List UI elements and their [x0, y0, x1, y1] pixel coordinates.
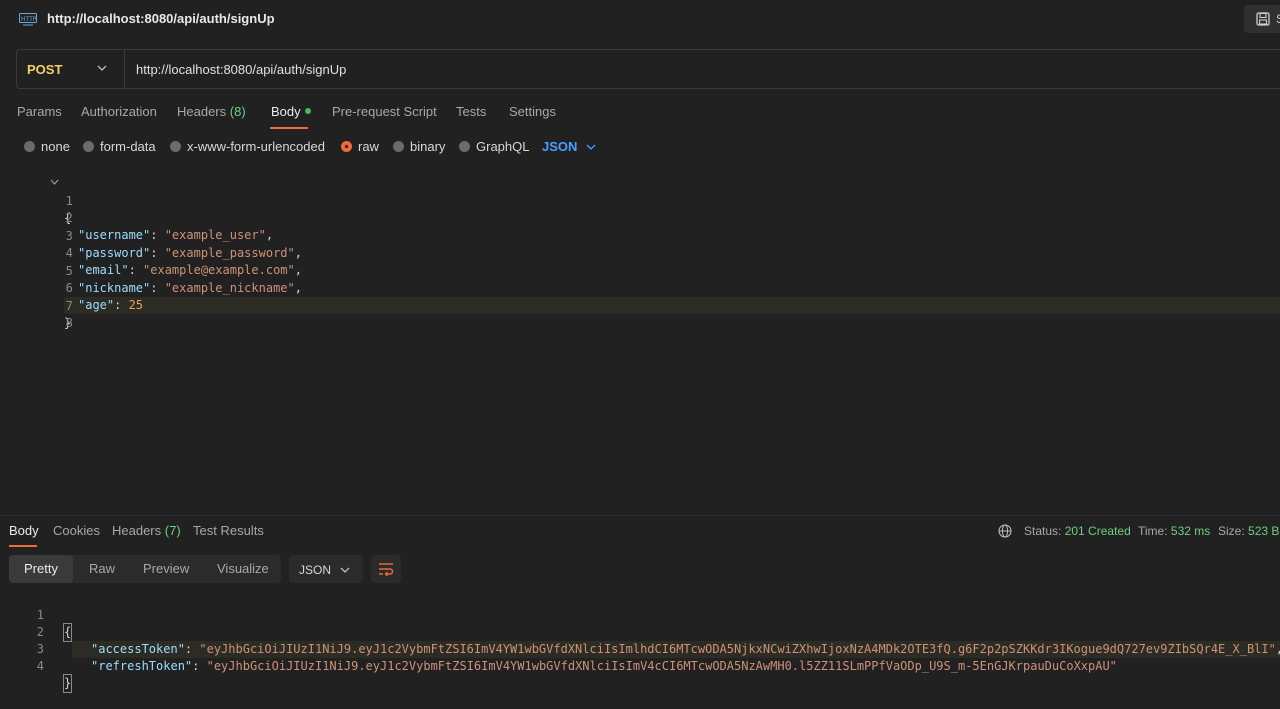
request-title: http://localhost:8080/api/auth/signUp	[47, 11, 275, 26]
radio-icon	[393, 141, 404, 153]
status-value: 201 Created	[1064, 524, 1131, 538]
view-raw-button[interactable]: Raw	[89, 561, 115, 576]
tab-body[interactable]: Body	[271, 104, 311, 119]
code-line: 7 }	[8, 281, 1280, 330]
pane-divider[interactable]	[0, 515, 1280, 516]
code-text: }	[62, 674, 73, 693]
radio-graphql[interactable]: GraphQL	[459, 139, 529, 154]
radio-selected-icon	[341, 141, 352, 153]
tab-cookies[interactable]: Cookies	[53, 523, 100, 538]
radio-label: none	[41, 139, 70, 154]
language-select[interactable]: JSON	[542, 139, 577, 154]
active-tab-underline	[270, 127, 308, 129]
request-body-editor[interactable]: 1 { 2 "username": "example_user", 3 "pas…	[8, 174, 1280, 512]
tab-body-label: Body	[271, 104, 301, 119]
active-tab-underline	[9, 545, 37, 547]
tab-authorization[interactable]: Authorization	[81, 104, 157, 119]
code-line: 2 "accessToken": "eyJhbGciOiJIUzI1NiJ9.e…	[0, 607, 1280, 656]
json-key: "refreshToken"	[91, 659, 193, 673]
chevron-down-icon[interactable]	[97, 64, 107, 72]
view-visualize-button[interactable]: Visualize	[217, 561, 269, 576]
code-line: 4 "email": "example@example.com",	[8, 228, 1280, 277]
url-input[interactable]: http://localhost:8080/api/auth/signUp	[136, 62, 346, 77]
radio-label: GraphQL	[476, 139, 530, 154]
tab-response-body[interactable]: Body	[9, 523, 39, 538]
response-view-segmented: Pretty Raw Preview Visualize	[9, 555, 281, 583]
code-line: 1 {	[8, 176, 1280, 225]
tab-params[interactable]: Params	[17, 104, 62, 119]
tab-settings[interactable]: Settings	[509, 104, 556, 119]
code-text: "refreshToken": "eyJhbGciOiJIUzI1NiJ9.ey…	[91, 658, 1117, 675]
time-value: 532 ms	[1170, 524, 1211, 538]
code-line: 4 }	[0, 641, 1280, 693]
method-select[interactable]: POST	[27, 62, 62, 77]
tab-headers-label: Headers	[177, 104, 227, 119]
title-bar: HTTP http://localhost:8080/api/auth/sign…	[0, 0, 1280, 38]
divider	[124, 50, 125, 88]
radio-icon	[24, 141, 35, 153]
size-readout[interactable]: Size: 523 B	[1218, 524, 1279, 538]
http-icon: HTTP	[19, 13, 37, 26]
body-indicator-dot	[304, 107, 311, 114]
json-sep: :	[192, 659, 207, 673]
format-label: JSON	[299, 563, 332, 577]
radio-none[interactable]: none	[24, 139, 70, 154]
tab-response-headers-label: Headers	[112, 523, 162, 538]
wrap-lines-icon	[379, 563, 394, 576]
time-readout[interactable]: Time: 532 ms	[1138, 524, 1210, 538]
radio-label: form-data	[100, 139, 156, 154]
radio-binary[interactable]: binary	[393, 139, 445, 154]
view-preview-button[interactable]: Preview	[143, 561, 189, 576]
radio-raw[interactable]: raw	[341, 139, 379, 154]
size-value: 523 B	[1248, 524, 1280, 538]
code-line: 2 "username": "example_user",	[8, 193, 1280, 242]
headers-count: (8)	[229, 104, 246, 119]
code-line: 6 "age": 25	[8, 263, 1280, 312]
tab-tests[interactable]: Tests	[456, 104, 486, 119]
response-headers-count: (7)	[164, 523, 181, 538]
code-line: 5 "nickname": "example_nickname",	[8, 246, 1280, 295]
code-line: 1 {	[0, 590, 1280, 642]
line-number: 4	[36, 659, 44, 673]
globe-icon[interactable]	[998, 524, 1012, 538]
wrap-lines-button[interactable]	[371, 555, 401, 583]
tab-pre-request-script[interactable]: Pre-request Script	[332, 104, 437, 119]
radio-form-data[interactable]: form-data	[83, 139, 156, 154]
status-label: Status:	[1024, 524, 1062, 538]
size-label: Size:	[1218, 524, 1245, 538]
view-pretty-button[interactable]: Pretty	[24, 561, 58, 576]
status-readout[interactable]: Status: 201 Created	[1024, 524, 1131, 538]
radio-label: x-www-form-urlencoded	[187, 139, 325, 154]
tab-headers[interactable]: Headers (8)	[177, 104, 246, 119]
radio-icon	[83, 141, 94, 153]
radio-label: raw	[358, 139, 379, 154]
tab-test-results[interactable]: Test Results	[193, 523, 264, 538]
code-line: 3 "password": "example_password",	[8, 211, 1280, 260]
url-bar: POST http://localhost:8080/api/auth/sign…	[16, 49, 1280, 89]
svg-text:HTTP: HTTP	[21, 16, 37, 23]
code-line: 8	[8, 298, 1280, 330]
chevron-down-icon[interactable]	[586, 143, 596, 151]
radio-icon	[170, 141, 181, 153]
response-format-select[interactable]: JSON	[289, 555, 363, 583]
save-label: S	[1276, 12, 1280, 26]
time-label: Time:	[1138, 524, 1168, 538]
save-button[interactable]: S	[1244, 5, 1280, 33]
radio-icon	[459, 141, 470, 153]
save-icon	[1256, 12, 1270, 26]
json-value: "eyJhbGciOiJIUzI1NiJ9.eyJ1c2VybmFtZSI6Im…	[206, 659, 1117, 673]
code-line: 3 "refreshToken": "eyJhbGciOiJIUzI1NiJ9.…	[0, 624, 1280, 673]
chevron-down-icon	[340, 567, 350, 573]
radio-x-www-form-urlencoded[interactable]: x-www-form-urlencoded	[170, 139, 325, 154]
line-number: 8	[65, 316, 73, 330]
tab-response-headers[interactable]: Headers (7)	[112, 523, 181, 538]
radio-label: binary	[410, 139, 446, 154]
